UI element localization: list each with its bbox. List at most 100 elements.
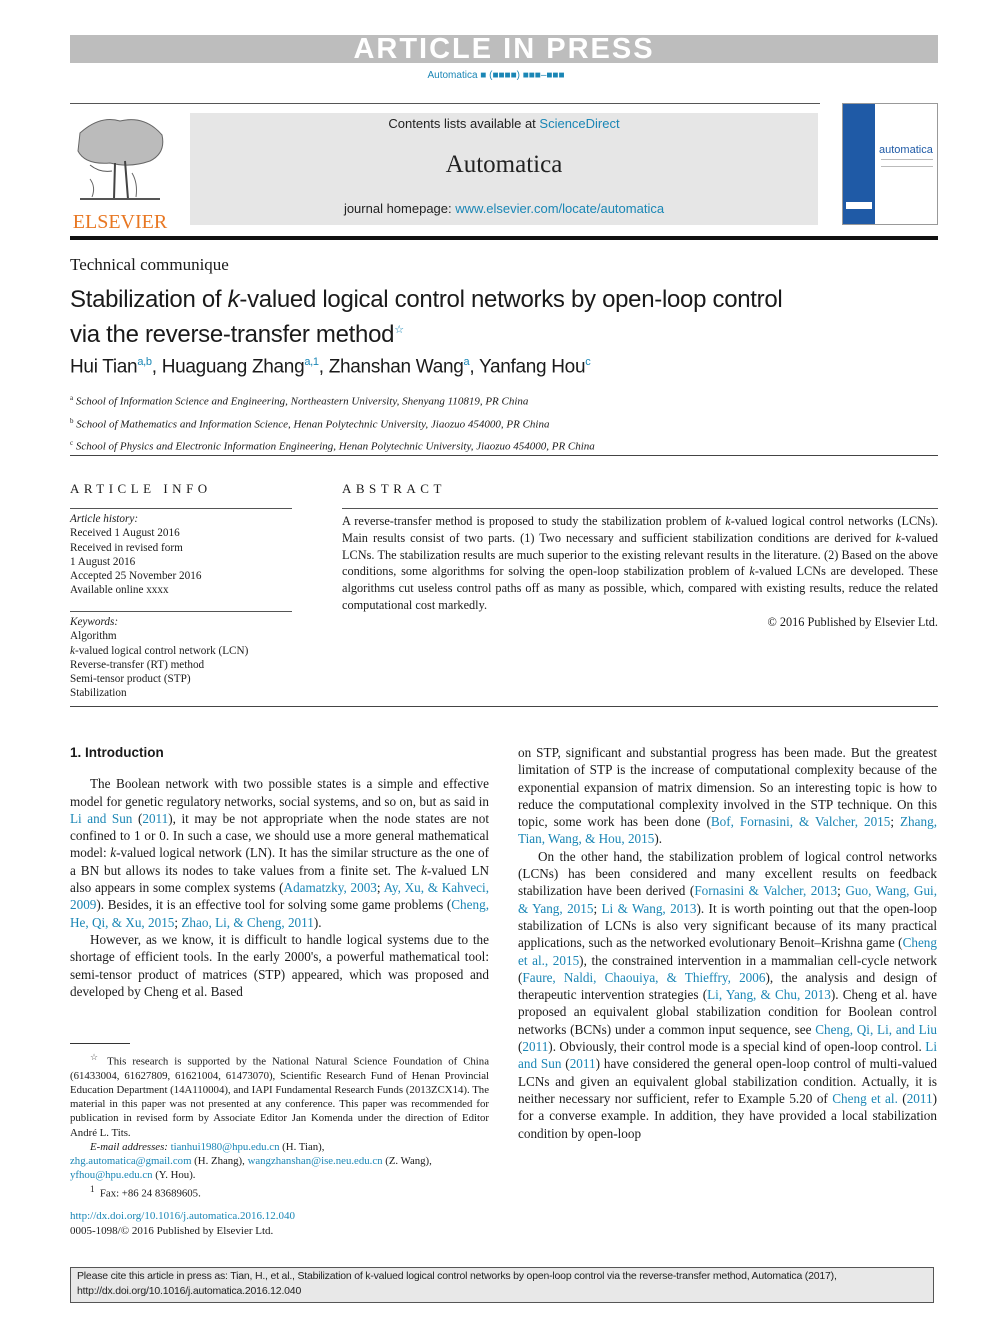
citation-link[interactable]: Cheng et al. [832,1091,898,1106]
article-info-heading: ARTICLE INFO [70,481,212,496]
fax-footnote: 1 Fax: +86 24 83689605. [70,1182,489,1201]
citation-link[interactable]: Fornasini & Valcher, 2013 [694,883,837,898]
citation-link[interactable]: Cheng, Qi, Li, and Liu [815,1022,937,1037]
email-footnote: E-mail addresses: tianhui1980@hpu.edu.cn… [70,1140,432,1182]
sciencedirect-link[interactable]: ScienceDirect [539,116,619,131]
italic-k: k [421,862,427,878]
affiliation-text: School of Information Science and Engine… [73,395,529,408]
divider [70,508,292,509]
elsevier-logo[interactable]: ELSEVIER [70,113,170,232]
paragraph: However, as we know, it is difficult to … [70,931,489,999]
journal-homepage-link[interactable]: www.elsevier.com/locate/automatica [455,201,664,216]
abstract-copyright: © 2016 Published by Elsevier Ltd. [767,614,938,629]
history-entry: Accepted 25 November 2016 [70,570,202,583]
elsevier-wordmark: ELSEVIER [72,211,168,233]
fax-text: Fax: +86 24 83689605. [99,1188,201,1201]
journal-ref-name[interactable]: Automatica [427,70,477,81]
author-name[interactable]: Yanfang Hou [479,356,586,377]
keyword: Semi-tensor product (STP) [70,673,191,686]
email-link[interactable]: tianhui1980@hpu.edu.cn [171,1141,280,1153]
citation-link[interactable]: 2011 [570,1056,596,1071]
ifac-logo-icon [846,202,872,209]
contents-line: Contents lists available at ScienceDirec… [190,116,818,131]
masthead-divider [70,236,938,240]
affiliation-text: School of Mathematics and Information Sc… [73,418,550,431]
email-link[interactable]: wangzhanshan@ise.neu.edu.cn [248,1155,383,1167]
email-label: E-mail addresses: [90,1140,171,1153]
homepage-line: journal homepage: www.elsevier.com/locat… [190,201,818,216]
affiliation-text: School of Physics and Electronic Informa… [73,440,595,453]
email-link[interactable]: yfhou@hpu.edu.cn [70,1169,153,1181]
funding-footnote: ☆ This research is supported by the Nati… [70,1050,489,1140]
italic-k: k [749,564,755,579]
citation-link[interactable]: Zhao, Li, & Cheng, 2011 [181,915,313,930]
italic-k: k [110,845,117,861]
citation-box: Please cite this article in press as: Ti… [70,1267,934,1303]
history-entry: Received in revised form [70,541,183,554]
title-k: k [227,286,240,313]
doi-link[interactable]: http://dx.doi.org/10.1016/j.automatica.2… [70,1210,295,1222]
author-name[interactable]: Zhanshan Wang [329,356,464,377]
issn-line: 0005-1098/© 2016 Published by Elsevier L… [70,1224,274,1237]
journal-cover-thumbnail[interactable]: automatica [842,103,938,225]
tree-icon [77,119,164,200]
footnote-divider [70,1043,130,1044]
section-type: Technical communique [70,255,229,274]
email-link[interactable]: zhg.automatica@gmail.com [70,1155,191,1167]
keyword-k: k [70,644,75,657]
citation-link[interactable]: Li, Yang, & Chu, 2013 [707,987,831,1002]
affiliation: c School of Physics and Electronic Infor… [70,434,595,457]
doi-block: http://dx.doi.org/10.1016/j.automatica.2… [70,1209,295,1238]
keywords-label: Keywords: [70,616,119,628]
divider [70,706,938,707]
footnotes: ☆ This research is supported by the Nati… [70,1050,489,1201]
affiliations: a School of Information Science and Engi… [70,389,595,457]
keyword: Stabilization [70,687,127,700]
title-footnote-star-icon[interactable]: ☆ [394,324,404,336]
author-name[interactable]: Huaguang Zhang [162,356,305,377]
citation-link[interactable]: 2011 [522,1039,548,1054]
paragraph: On the other hand, the stabilization pro… [518,848,937,1141]
abstract: A reverse-transfer method is proposed to… [342,513,938,631]
cover-title: automatica [879,144,933,156]
history-entry: Received 1 August 2016 [70,527,180,540]
article-in-press-banner: ARTICLE IN PRESS [70,35,938,64]
homepage-prefix: journal homepage: [343,201,456,216]
history-entry: 1 August 2016 [70,555,136,568]
body-column-right: on STP, significant and substantial prog… [518,744,937,1142]
fax-footnote-mark: 1 [90,1184,95,1195]
citation-link[interactable]: Adamatzky, 2003 [284,880,377,895]
footnote-star-icon: ☆ [90,1052,102,1062]
keyword: Algorithm [70,630,117,643]
author-affiliation-mark[interactable]: a,b [137,356,152,368]
citation-link[interactable]: Faure, Naldi, Chaouiya, & Thieffry, 2006 [522,970,765,985]
author-name[interactable]: Hui Tian [70,356,138,377]
citation-link[interactable]: Cheng et al., 2015 [518,935,937,967]
divider [342,508,938,509]
italic-k: k [725,514,731,528]
keyword: k-valued logical control network (LCN) [70,644,249,657]
history-entry: Available online xxxx [70,584,169,597]
citation-link[interactable]: Ay, Xu, & Kahveci, 2009 [70,880,489,912]
abstract-text: A reverse-transfer method is proposed to… [342,514,938,612]
affiliation: b School of Mathematics and Information … [70,412,595,435]
journal-masthead: Contents lists available at ScienceDirec… [190,113,818,225]
citation-link[interactable]: Li & Wang, 2013 [602,901,697,916]
citation-link[interactable]: 2011 [907,1091,933,1106]
contents-prefix: Contents lists available at [388,116,540,131]
journal-ref-volume: ■ (■■■■) ■■■–■■■ [480,70,565,81]
citation-link[interactable]: 2011 [142,811,168,826]
citation-link[interactable]: Bof, Fornasini, & Valcher, 2015 [711,814,890,829]
section-heading: 1. Introduction [70,745,164,760]
cover-subtitle [881,159,933,167]
author-affiliation-mark[interactable]: a,1 [304,356,319,368]
citation-link[interactable]: Li and Sun [70,811,132,826]
title-text-1: Stabilization of [70,286,228,313]
article-title: Stabilization of k-valued logical contro… [70,285,790,350]
keywords: Keywords: Algorithm k-valued logical cont… [70,615,300,701]
author-affiliation-mark[interactable]: c [585,356,591,368]
abstract-heading: ABSTRACT [342,481,446,496]
body-column-left: 1. Introduction The Boolean network with… [70,744,489,1000]
article-history: Article history: Received 1 August 2016 R… [70,512,300,598]
author-affiliation-mark[interactable]: a [464,356,470,368]
